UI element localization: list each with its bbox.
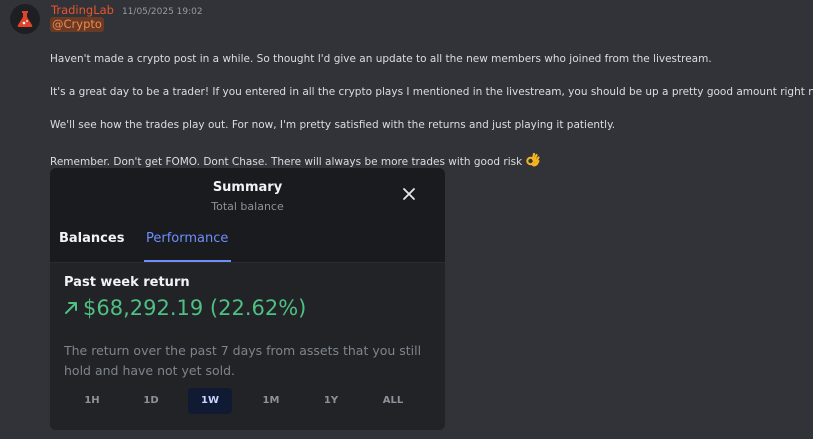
return-amount: $68,292.19 (22.62%) [83, 296, 307, 320]
tab-balances[interactable]: Balances [59, 231, 124, 246]
performance-description: The return over the past 7 days from ass… [64, 343, 422, 378]
tab-performance[interactable]: Performance [146, 231, 228, 246]
message-line: Haven't made a crypto post in a while. S… [50, 53, 712, 65]
performance-panel: Past week return $68,292.19 (22.62%) The… [50, 263, 445, 430]
card-title: Summary [212, 180, 283, 195]
message-line: Remember. Don't get FOMO. Dont Chase. Th… [50, 156, 523, 168]
arrow-up-right-icon [65, 302, 77, 314]
ok-hand-icon [525, 152, 541, 171]
performance-heading: Past week return [64, 275, 190, 290]
role-mention[interactable]: @Crypto [50, 17, 104, 32]
message-line: It's a great day to be a trader! If you … [50, 86, 813, 98]
range-button-all[interactable]: ALL [372, 388, 414, 414]
message-header: TradingLab 11/05/2025 19:02 [51, 3, 203, 17]
close-icon[interactable] [401, 186, 417, 202]
card-subtitle: Total balance [211, 200, 284, 213]
summary-card: Summary Total balance Balances Performan… [50, 168, 445, 430]
range-button-1h[interactable]: 1H [72, 388, 112, 414]
range-button-1m[interactable]: 1M [251, 388, 291, 414]
range-button-1w[interactable]: 1W [188, 388, 232, 414]
flask-icon [17, 11, 33, 27]
message-line: We'll see how the trades play out. For n… [50, 119, 616, 131]
username[interactable]: TradingLab [51, 3, 114, 17]
timestamp: 11/05/2025 19:02 [121, 7, 203, 17]
avatar[interactable] [10, 4, 40, 34]
range-button-1d[interactable]: 1D [131, 388, 171, 414]
return-value: $68,292.19 (22.62%) [63, 296, 306, 320]
range-button-1y[interactable]: 1Y [311, 388, 351, 414]
